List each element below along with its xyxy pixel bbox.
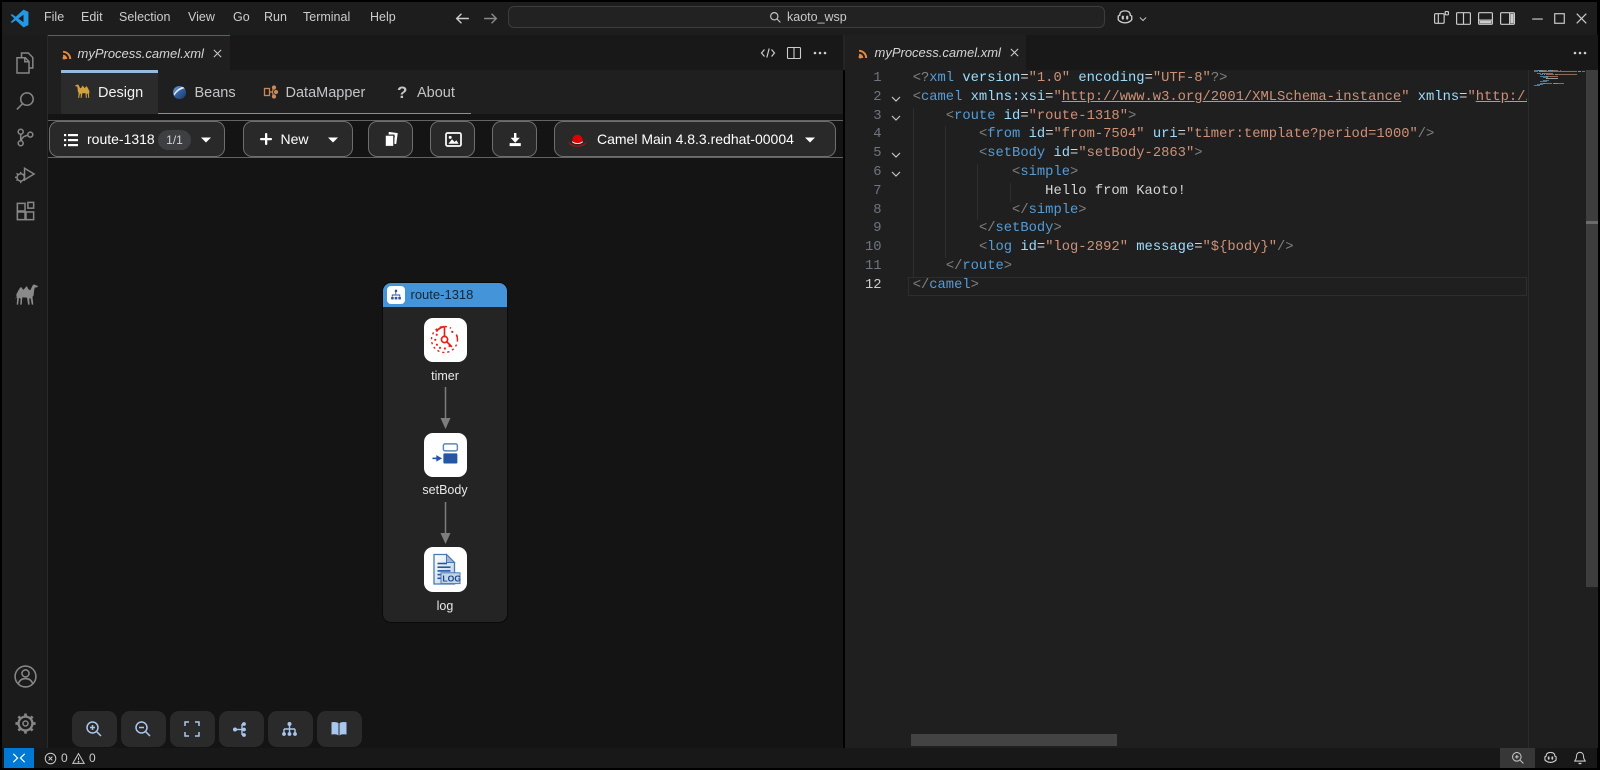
svg-text:LOG: LOG bbox=[442, 573, 461, 583]
